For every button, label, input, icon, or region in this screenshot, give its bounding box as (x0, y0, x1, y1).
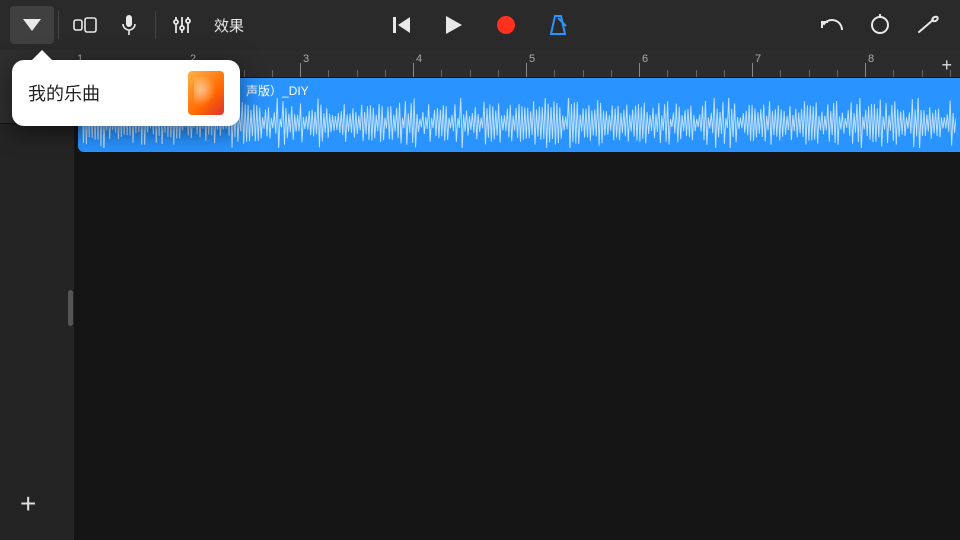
toolbar: 效果 (0, 0, 960, 50)
mixer-button[interactable] (160, 6, 204, 44)
metronome-button[interactable] (536, 6, 580, 44)
play-button[interactable] (432, 6, 476, 44)
undo-button[interactable] (810, 6, 854, 44)
scrollbar-thumb[interactable] (68, 290, 73, 326)
popover-title: 我的乐曲 (28, 80, 188, 106)
toolbar-right (810, 6, 950, 44)
transport-controls (380, 6, 580, 44)
loop-button[interactable] (858, 6, 902, 44)
add-track-button[interactable]: + (20, 488, 36, 520)
garageband-doc-icon (188, 71, 224, 115)
song-popover[interactable]: 我的乐曲 (12, 60, 240, 126)
arrangement-area[interactable]: 声版）_DIY (74, 78, 960, 540)
separator (58, 11, 59, 39)
rewind-button[interactable] (380, 6, 424, 44)
settings-button[interactable] (906, 6, 950, 44)
separator (155, 11, 156, 39)
record-button[interactable] (484, 6, 528, 44)
microphone-button[interactable] (107, 6, 151, 44)
menu-button[interactable] (10, 6, 54, 44)
add-section-button[interactable]: + (941, 55, 952, 76)
tracks-view-button[interactable] (63, 6, 107, 44)
effects-button[interactable]: 效果 (204, 15, 254, 36)
